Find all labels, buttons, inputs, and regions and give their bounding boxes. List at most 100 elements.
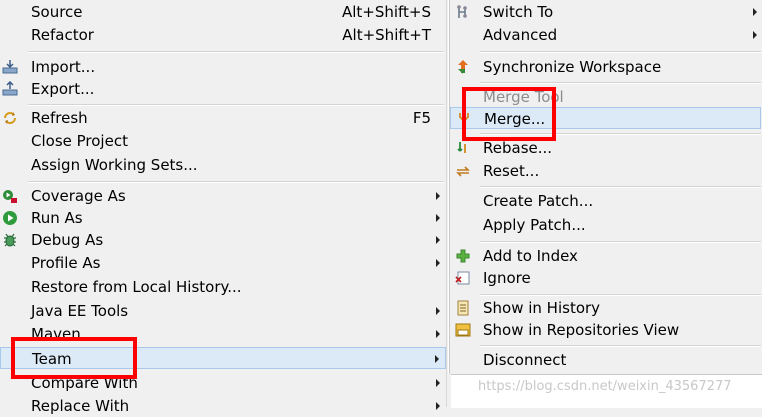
menu-item-merge[interactable]: Merge... bbox=[450, 107, 761, 129]
menu-item-label: Source bbox=[31, 3, 83, 21]
menu-item-reset[interactable]: Reset... bbox=[450, 160, 762, 182]
menu-item-label: Assign Working Sets... bbox=[31, 156, 198, 174]
menu-item-label: Ignore bbox=[483, 269, 531, 287]
menu-separator bbox=[480, 82, 761, 84]
submenu-arrow-icon bbox=[753, 31, 757, 39]
menu-item-label: Java EE Tools bbox=[31, 302, 129, 320]
refresh-icon bbox=[2, 110, 18, 126]
menu-item-label: Apply Patch... bbox=[483, 216, 586, 234]
menu-item-ignore[interactable]: Ignore bbox=[450, 267, 762, 289]
menu-item-label: Maven bbox=[31, 325, 81, 343]
menu-item-label: Show in History bbox=[483, 299, 601, 317]
menu-item-label: Coverage As bbox=[31, 187, 126, 205]
menu-item-label: Merge... bbox=[484, 110, 546, 128]
menu-item-label: Add to Index bbox=[483, 247, 578, 265]
menu-item-label: Create Patch... bbox=[483, 192, 594, 210]
reset-icon bbox=[455, 163, 471, 179]
menu-separator bbox=[28, 51, 444, 53]
menu-item-label: Profile As bbox=[31, 254, 101, 272]
ignore-icon bbox=[455, 270, 471, 286]
menu-item-profile-as[interactable]: Profile As bbox=[0, 252, 446, 274]
menu-item-synchronize-workspace[interactable]: Synchronize Workspace bbox=[450, 56, 762, 78]
menu-item-restore-local-history[interactable]: Restore from Local History... bbox=[0, 276, 446, 298]
menu-item-label: Advanced bbox=[483, 26, 558, 44]
submenu-arrow-icon bbox=[436, 214, 440, 222]
submenu-arrow-icon bbox=[436, 379, 440, 387]
import-icon bbox=[2, 59, 18, 75]
menu-item-assign-working-sets[interactable]: Assign Working Sets... bbox=[0, 154, 446, 176]
menu-item-create-patch[interactable]: Create Patch... bbox=[450, 190, 762, 212]
shortcut-label: Alt+Shift+T bbox=[342, 26, 431, 44]
menu-item-label: Replace With bbox=[31, 397, 130, 415]
menu-item-maven[interactable]: Maven bbox=[0, 323, 446, 345]
menu-item-label: Switch To bbox=[483, 3, 554, 21]
menu-item-show-in-repositories-view[interactable]: Show in Repositories View bbox=[450, 319, 762, 341]
submenu-arrow-icon bbox=[436, 236, 440, 244]
export-icon bbox=[2, 80, 18, 97]
menu-separator bbox=[480, 186, 761, 188]
menu-separator bbox=[480, 294, 761, 296]
menu-item-show-in-history[interactable]: Show in History bbox=[450, 297, 762, 319]
menu-item-advanced[interactable]: Advanced bbox=[450, 24, 762, 46]
menu-item-apply-patch[interactable]: Apply Patch... bbox=[450, 214, 762, 236]
menu-item-merge-tool[interactable]: Merge Tool bbox=[450, 86, 762, 108]
menu-item-label: Refactor bbox=[31, 26, 94, 44]
submenu-arrow-icon bbox=[436, 192, 440, 200]
menu-item-rebase[interactable]: Rebase... bbox=[450, 137, 762, 159]
menu-item-replace-with[interactable]: Replace With bbox=[0, 395, 446, 417]
menu-item-label: Rebase... bbox=[483, 139, 553, 157]
menu-item-switch-to[interactable]: Switch To bbox=[450, 1, 762, 23]
menu-separator bbox=[480, 241, 761, 243]
menu-item-run-as[interactable]: Run As bbox=[0, 207, 446, 229]
watermark-text: https://blog.csdn.net/weixin_43567277 bbox=[478, 379, 732, 394]
debug-bug-icon bbox=[2, 232, 18, 248]
project-context-menu: Source Alt+Shift+S Refactor Alt+Shift+T … bbox=[0, 0, 447, 415]
menu-item-label: Import... bbox=[31, 58, 96, 76]
submenu-arrow-icon bbox=[435, 355, 439, 363]
shortcut-label: Alt+Shift+S bbox=[341, 3, 431, 21]
coverage-icon bbox=[2, 188, 18, 204]
history-icon bbox=[455, 300, 471, 316]
shortcut-label: F5 bbox=[412, 109, 431, 127]
team-submenu: Switch To Advanced Synchronize Workspace… bbox=[449, 0, 762, 374]
merge-icon bbox=[456, 111, 472, 127]
menu-item-label: Restore from Local History... bbox=[31, 278, 242, 296]
menu-item-label: Refresh bbox=[31, 109, 88, 127]
menu-item-coverage-as[interactable]: Coverage As bbox=[0, 185, 446, 207]
menu-item-label: Synchronize Workspace bbox=[483, 58, 662, 76]
synchronize-icon bbox=[455, 59, 471, 75]
menu-item-label: Show in Repositories View bbox=[483, 321, 680, 339]
add-plus-icon bbox=[455, 248, 471, 264]
git-repository-icon bbox=[455, 322, 471, 338]
menu-item-label: Merge Tool bbox=[483, 88, 564, 106]
menu-item-import[interactable]: Import... bbox=[0, 56, 446, 78]
menu-item-source[interactable]: Source Alt+Shift+S bbox=[0, 1, 446, 23]
menu-separator bbox=[480, 133, 761, 135]
menu-item-disconnect[interactable]: Disconnect bbox=[450, 349, 762, 371]
submenu-arrow-icon bbox=[753, 8, 757, 16]
menu-item-label: Disconnect bbox=[483, 351, 567, 369]
menu-separator bbox=[28, 181, 444, 183]
menu-item-debug-as[interactable]: Debug As bbox=[0, 229, 446, 251]
menu-item-label: Reset... bbox=[483, 162, 540, 180]
menu-item-refresh[interactable]: Refresh F5 bbox=[0, 107, 446, 129]
menu-item-refactor[interactable]: Refactor Alt+Shift+T bbox=[0, 24, 446, 46]
menu-item-label: Export... bbox=[31, 80, 95, 98]
rebase-icon bbox=[455, 140, 471, 156]
menu-item-label: Run As bbox=[31, 209, 83, 227]
menu-separator bbox=[28, 104, 444, 106]
menu-item-label: Team bbox=[32, 350, 72, 368]
menu-item-export[interactable]: Export... bbox=[0, 78, 446, 100]
menu-item-java-ee-tools[interactable]: Java EE Tools bbox=[0, 300, 446, 322]
run-icon bbox=[2, 210, 18, 226]
branch-switch-icon bbox=[455, 4, 471, 20]
menu-item-add-to-index[interactable]: Add to Index bbox=[450, 245, 762, 267]
menu-item-compare-with[interactable]: Compare With bbox=[0, 372, 446, 394]
submenu-arrow-icon bbox=[436, 259, 440, 267]
submenu-arrow-icon bbox=[436, 402, 440, 410]
menu-item-label: Close Project bbox=[31, 132, 128, 150]
menu-item-label: Debug As bbox=[31, 231, 104, 249]
menu-item-close-project[interactable]: Close Project bbox=[0, 130, 446, 152]
submenu-arrow-icon bbox=[436, 307, 440, 315]
menu-item-team[interactable]: Team bbox=[0, 347, 446, 369]
